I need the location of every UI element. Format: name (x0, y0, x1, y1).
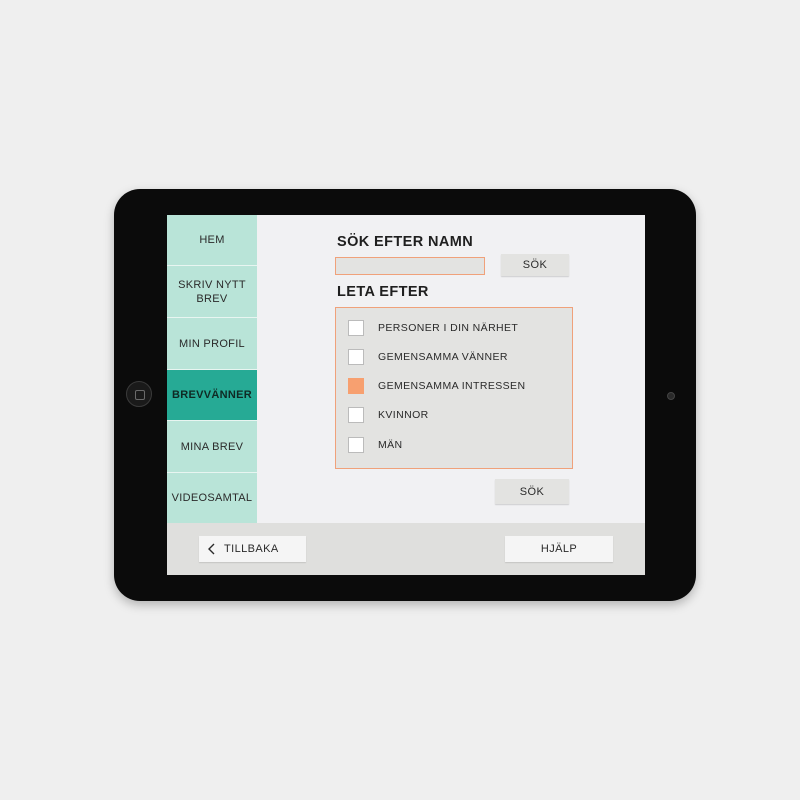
back-button[interactable]: TILLBAKA (199, 536, 306, 562)
option-label: MÄN (378, 439, 403, 451)
option-personer-i-din-narhet[interactable]: PERSONER I DIN NÄRHET (348, 319, 518, 337)
option-label: KVINNOR (378, 409, 429, 421)
name-search-input[interactable] (335, 257, 485, 275)
checkbox[interactable] (348, 407, 364, 423)
option-gemensamma-intressen[interactable]: GEMENSAMMA INTRESSEN (348, 377, 525, 395)
help-button[interactable]: HJÄLP (505, 536, 613, 562)
checkbox[interactable] (348, 349, 364, 365)
search-name-button[interactable]: SÖK (501, 254, 569, 276)
checkbox-checked[interactable] (348, 378, 364, 394)
sidebar-item-mina-brev[interactable]: MINA BREV (167, 421, 257, 473)
search-heading: SÖK EFTER NAMN (337, 234, 474, 250)
app-screen: HEM SKRIV NYTT BREV MIN PROFIL BREVVÄNNE… (167, 215, 645, 575)
filter-heading: LETA EFTER (337, 284, 429, 300)
search-filter-button[interactable]: SÖK (495, 479, 569, 504)
sidebar-item-skriv-nytt-brev[interactable]: SKRIV NYTT BREV (167, 266, 257, 318)
sidebar-item-brevvanner[interactable]: BREVVÄNNER (167, 370, 257, 421)
option-label: GEMENSAMMA INTRESSEN (378, 380, 526, 392)
sidebar-item-min-profil[interactable]: MIN PROFIL (167, 318, 257, 370)
checkbox[interactable] (348, 437, 364, 453)
option-man[interactable]: MÄN (348, 436, 403, 454)
sidebar-nav: HEM SKRIV NYTT BREV MIN PROFIL BREVVÄNNE… (167, 215, 257, 523)
option-gemensamma-vanner[interactable]: GEMENSAMMA VÄNNER (348, 348, 508, 366)
sidebar-item-hem[interactable]: HEM (167, 215, 257, 266)
checkbox[interactable] (348, 320, 364, 336)
footer-bar: TILLBAKA HJÄLP (167, 523, 645, 575)
home-button[interactable] (126, 381, 152, 407)
chevron-left-icon (208, 543, 215, 555)
option-kvinnor[interactable]: KVINNOR (348, 406, 429, 424)
filter-panel: PERSONER I DIN NÄRHET GEMENSAMMA VÄNNER … (335, 307, 573, 469)
camera-icon (667, 392, 675, 400)
option-label: PERSONER I DIN NÄRHET (378, 322, 519, 334)
back-button-label: TILLBAKA (224, 543, 279, 555)
sidebar-item-videosamtal[interactable]: VIDEOSAMTAL (167, 473, 257, 523)
option-label: GEMENSAMMA VÄNNER (378, 351, 508, 363)
